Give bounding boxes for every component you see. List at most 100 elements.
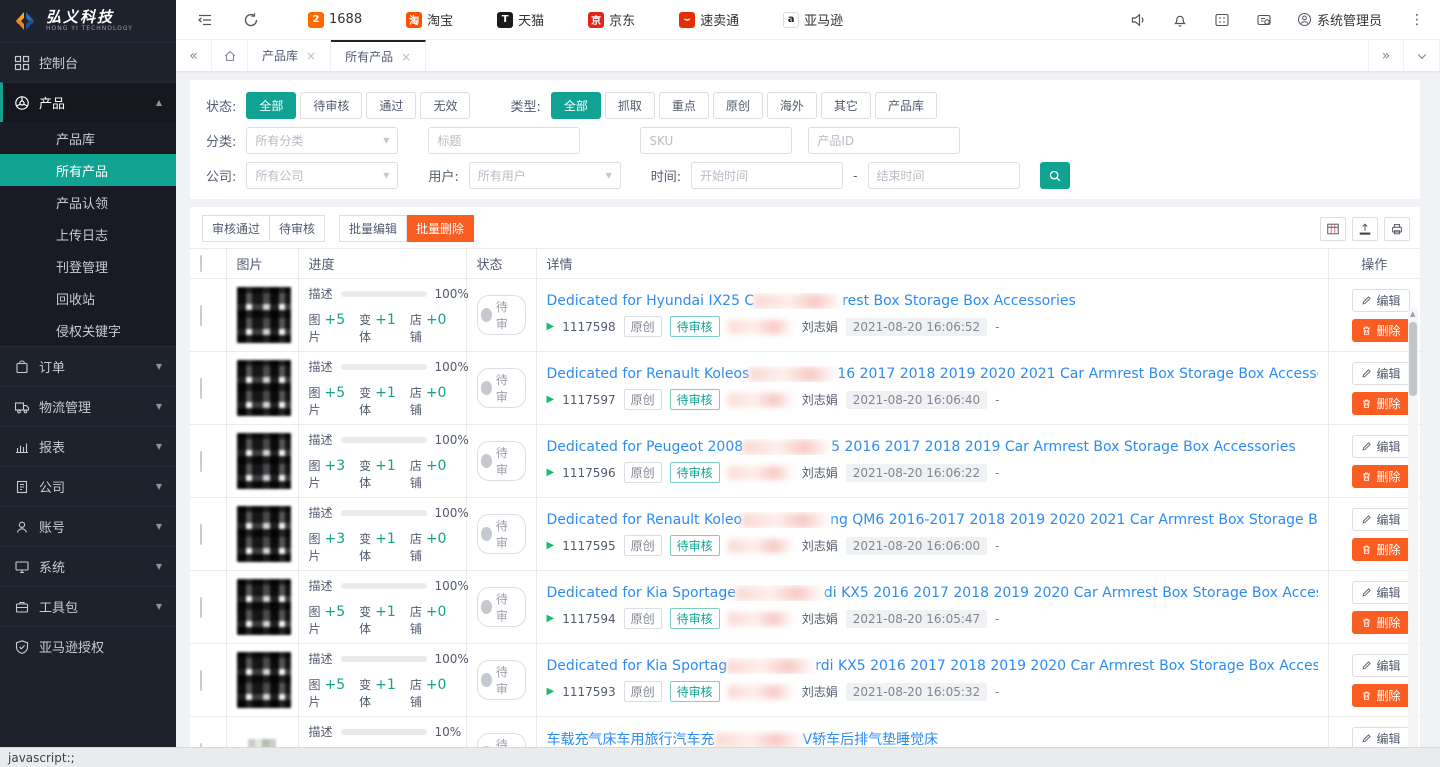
set-pending-button[interactable]: 待审核 [270, 215, 325, 242]
platform-tab-1688[interactable]: 21688 [286, 0, 384, 40]
delete-button[interactable]: 删除 [1352, 392, 1410, 415]
tabs-menu-icon[interactable] [1404, 40, 1440, 71]
edit-button[interactable]: 编辑 [1352, 654, 1410, 677]
category-select[interactable]: 所有分类▼ [246, 127, 398, 154]
bulk-edit-button[interactable]: 批量编辑 [339, 215, 407, 242]
notification-bell-icon[interactable] [1171, 11, 1189, 29]
sidebar-item-亚马逊授权[interactable]: 亚马逊授权 [0, 626, 176, 666]
sidebar-subitem-产品认领[interactable]: 产品认领 [0, 186, 176, 218]
status-filter-通过[interactable]: 通过 [366, 92, 416, 119]
row-checkbox[interactable] [200, 451, 202, 472]
column-settings-button[interactable] [1320, 217, 1346, 241]
product-title-link[interactable]: Dedicated for Peugeot 20085 2016 2017 20… [547, 439, 1318, 455]
select-all-checkbox[interactable] [200, 255, 202, 272]
scrollbar-thumb[interactable] [1409, 322, 1417, 396]
apps-grid-icon[interactable] [1213, 11, 1231, 29]
export-button[interactable] [1352, 217, 1378, 241]
start-time-input[interactable]: 开始时间 [691, 162, 843, 189]
bulk-delete-button[interactable]: 批量删除 [407, 215, 474, 242]
sidebar-item-product[interactable]: 产品 ▲ [0, 82, 176, 122]
expand-play-icon[interactable]: ▶ [547, 321, 555, 332]
announcement-icon[interactable] [1129, 11, 1147, 29]
user-menu[interactable]: 系统管理员 [1297, 10, 1382, 29]
sidebar-item-报表[interactable]: 报表▼ [0, 426, 176, 466]
sidebar-subitem-上传日志[interactable]: 上传日志 [0, 218, 176, 250]
type-filter-重点[interactable]: 重点 [659, 92, 709, 119]
row-checkbox[interactable] [200, 597, 202, 618]
edit-button[interactable]: 编辑 [1352, 727, 1410, 748]
status-toggle[interactable]: 待审 [477, 733, 526, 747]
product-title-link[interactable]: Dedicated for Kia Sportagrdi KX5 2016 20… [547, 658, 1318, 674]
type-filter-其它[interactable]: 其它 [821, 92, 871, 119]
title-search-input[interactable]: 标题 [428, 127, 580, 154]
type-filter-全部[interactable]: 全部 [551, 92, 601, 119]
menu-collapse-icon[interactable] [196, 11, 214, 29]
table-scrollbar[interactable]: ▲ [1408, 308, 1418, 747]
row-checkbox[interactable] [200, 524, 202, 545]
product-title-link[interactable]: Dedicated for Kia Sportagedi KX5 2016 20… [547, 585, 1318, 601]
type-filter-海外[interactable]: 海外 [767, 92, 817, 119]
print-button[interactable] [1384, 217, 1410, 241]
status-toggle[interactable]: 待审 [477, 660, 526, 700]
edit-button[interactable]: 编辑 [1352, 508, 1410, 531]
sidebar-subitem-刊登管理[interactable]: 刊登管理 [0, 250, 176, 282]
product-thumbnail[interactable] [237, 506, 291, 562]
coupon-icon[interactable] [1255, 11, 1273, 29]
platform-tab-亚马逊[interactable]: a亚马逊 [761, 0, 865, 40]
status-toggle[interactable]: 待审 [477, 441, 526, 481]
approve-button[interactable]: 审核通过 [202, 215, 270, 242]
tab-product-library[interactable]: 产品库 × [248, 40, 331, 71]
status-toggle[interactable]: 待审 [477, 295, 526, 335]
row-checkbox[interactable] [200, 670, 202, 691]
delete-button[interactable]: 删除 [1352, 538, 1410, 561]
expand-play-icon[interactable]: ▶ [547, 686, 555, 697]
more-options-icon[interactable]: ⋮ [1406, 12, 1428, 28]
company-select[interactable]: 所有公司▼ [246, 162, 398, 189]
expand-play-icon[interactable]: ▶ [547, 467, 555, 478]
edit-button[interactable]: 编辑 [1352, 362, 1410, 385]
expand-play-icon[interactable]: ▶ [547, 540, 555, 551]
sidebar-subitem-回收站[interactable]: 回收站 [0, 282, 176, 314]
platform-tab-速卖通[interactable]: ⌣速卖通 [657, 0, 761, 40]
status-filter-全部[interactable]: 全部 [246, 92, 296, 119]
sidebar-item-系统[interactable]: 系统▼ [0, 546, 176, 586]
status-toggle[interactable]: 待审 [477, 587, 526, 627]
delete-button[interactable]: 删除 [1352, 684, 1410, 707]
sidebar-item-工具包[interactable]: 工具包▼ [0, 586, 176, 626]
row-checkbox[interactable] [200, 305, 202, 326]
product-title-link[interactable]: Dedicated for Renault Koleos16 2017 2018… [547, 366, 1318, 382]
end-time-input[interactable]: 结束时间 [868, 162, 1020, 189]
user-select[interactable]: 所有用户▼ [469, 162, 621, 189]
tabs-scroll-right-icon[interactable]: » [1368, 40, 1404, 71]
close-icon[interactable]: × [306, 49, 316, 63]
refresh-icon[interactable] [242, 11, 260, 29]
delete-button[interactable]: 删除 [1352, 611, 1410, 634]
type-filter-产品库[interactable]: 产品库 [875, 92, 937, 119]
platform-tab-京东[interactable]: 京京东 [566, 0, 657, 40]
delete-button[interactable]: 删除 [1352, 465, 1410, 488]
sidebar-item-物流管理[interactable]: 物流管理▼ [0, 386, 176, 426]
delete-button[interactable]: 删除 [1352, 319, 1410, 342]
edit-button[interactable]: 编辑 [1352, 581, 1410, 604]
search-button[interactable] [1040, 162, 1070, 189]
product-thumbnail[interactable] [237, 652, 291, 708]
product-thumbnail[interactable] [237, 287, 291, 343]
product-title-link[interactable]: Dedicated for Renault Koleong QM6 2016-2… [547, 512, 1318, 528]
type-filter-抓取[interactable]: 抓取 [605, 92, 655, 119]
platform-tab-淘宝[interactable]: 淘淘宝 [384, 0, 475, 40]
product-id-input[interactable]: 产品ID [808, 127, 960, 154]
home-tab-icon[interactable] [212, 40, 248, 71]
sidebar-item-账号[interactable]: 账号▼ [0, 506, 176, 546]
tab-all-products[interactable]: 所有产品 × [331, 40, 426, 71]
sidebar-subitem-所有产品[interactable]: 所有产品 [0, 154, 176, 186]
edit-button[interactable]: 编辑 [1352, 435, 1410, 458]
sku-search-input[interactable]: SKU [640, 127, 792, 154]
type-filter-原创[interactable]: 原创 [713, 92, 763, 119]
expand-play-icon[interactable]: ▶ [547, 613, 555, 624]
sidebar-item-dashboard[interactable]: 控制台 [0, 42, 176, 82]
status-toggle[interactable]: 待审 [477, 514, 526, 554]
product-thumbnail[interactable] [237, 360, 291, 416]
product-title-link[interactable]: 车载充气床车用旅行汽车充V轿车后排气垫睡觉床 [547, 729, 1318, 747]
status-filter-无效[interactable]: 无效 [420, 92, 470, 119]
row-checkbox[interactable] [200, 378, 202, 399]
